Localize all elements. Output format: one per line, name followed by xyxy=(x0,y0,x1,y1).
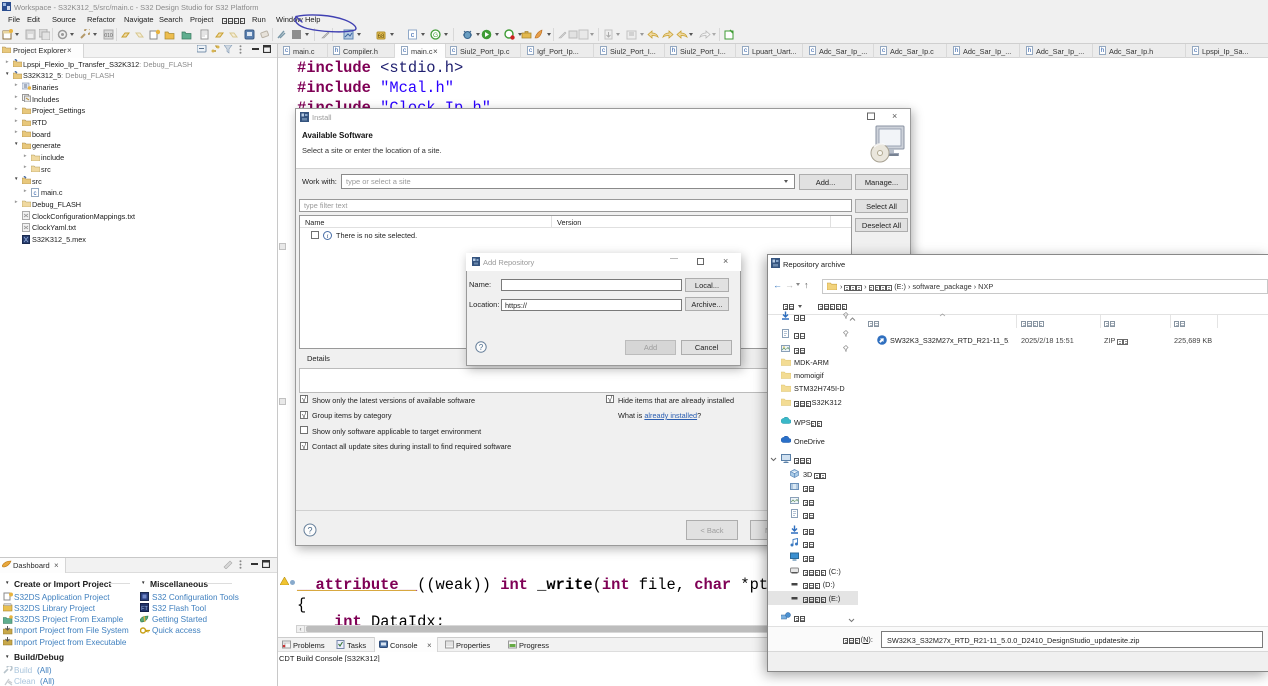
svg-text:010: 010 xyxy=(104,33,113,39)
svg-text:G: G xyxy=(433,32,438,39)
svg-text:?: ? xyxy=(479,343,484,352)
svg-text:?: ? xyxy=(307,526,312,536)
svg-text:FT: FT xyxy=(141,606,148,612)
svg-text:c: c xyxy=(411,32,415,39)
svg-text:i: i xyxy=(327,233,329,240)
svg-text:c: c xyxy=(34,191,37,197)
svg-text:68: 68 xyxy=(378,34,385,40)
